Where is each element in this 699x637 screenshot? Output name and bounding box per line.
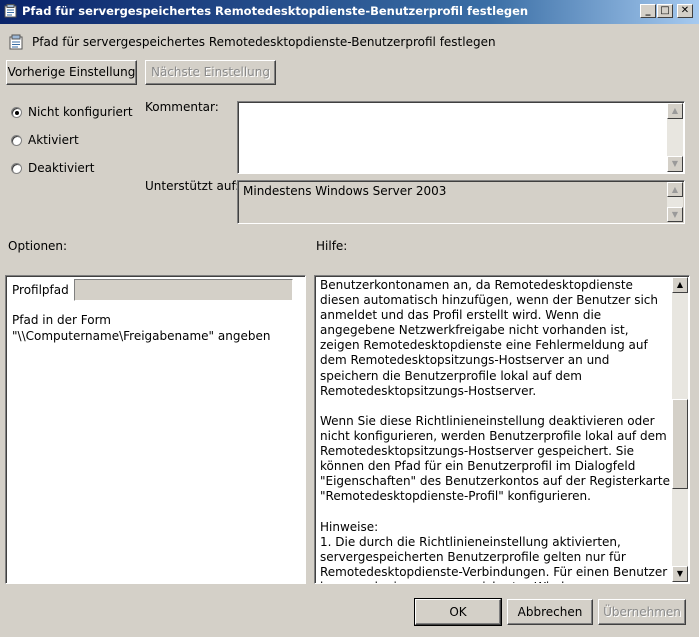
previous-setting-button[interactable]: Vorherige Einstellung	[6, 60, 137, 85]
scroll-up-icon[interactable]: ▲	[672, 277, 688, 293]
help-panel: Benutzerkontonamen an, da Remotedesktopd…	[314, 275, 690, 584]
scroll-up-icon[interactable]: ▲	[667, 103, 683, 119]
options-panel: Profilpfad Pfad in der Form "\\Computern…	[5, 275, 306, 584]
comment-field[interactable]: ▲ ▼	[237, 101, 685, 174]
scroll-down-icon[interactable]: ▼	[667, 207, 683, 222]
supported-scrollbar[interactable]: ▲ ▼	[667, 182, 683, 222]
title-bar[interactable]: Pfad für servergespeichertes Remotedeskt…	[0, 0, 699, 24]
help-scrollbar[interactable]: ▲ ▼	[672, 277, 688, 582]
maximize-button[interactable]: □	[657, 4, 673, 18]
radio-disabled-label: Deaktiviert	[28, 161, 95, 175]
options-label: Optionen:	[8, 239, 68, 253]
scroll-down-icon[interactable]: ▼	[672, 566, 688, 582]
policy-setting-icon	[8, 34, 24, 50]
apply-button[interactable]: Übernehmen	[598, 599, 686, 625]
supported-field: Mindestens Windows Server 2003 ▲ ▼	[237, 180, 685, 224]
comment-label: Kommentar:	[145, 100, 219, 114]
scroll-down-icon[interactable]: ▼	[667, 156, 683, 172]
radio-not-configured[interactable]	[11, 107, 22, 118]
scroll-up-icon[interactable]: ▲	[667, 182, 683, 197]
profile-path-label: Profilpfad	[12, 283, 69, 297]
radio-disabled[interactable]	[11, 163, 22, 174]
supported-label: Unterstützt auf:	[145, 179, 240, 193]
ok-button[interactable]: OK	[414, 598, 502, 626]
help-label: Hilfe:	[316, 239, 348, 253]
help-text: Benutzerkontonamen an, da Remotedesktopd…	[320, 278, 670, 583]
radio-enabled[interactable]	[11, 135, 22, 146]
close-button[interactable]: ✕	[677, 4, 693, 18]
setting-title: Pfad für servergespeichertes Remotedeskt…	[32, 35, 496, 49]
radio-not-configured-label: Nicht konfiguriert	[28, 105, 133, 119]
next-setting-button[interactable]: Nächste Einstellung	[145, 60, 276, 85]
supported-value: Mindestens Windows Server 2003	[243, 184, 447, 198]
minimize-button[interactable]: _	[640, 4, 656, 18]
scrollbar-thumb[interactable]	[672, 399, 688, 489]
profile-path-hint: Pfad in der Form "\\Computername\Freigab…	[12, 313, 271, 343]
profile-path-input[interactable]	[74, 279, 293, 301]
comment-scrollbar[interactable]: ▲ ▼	[667, 103, 683, 172]
window-title: Pfad für servergespeichertes Remotedeskt…	[22, 4, 529, 18]
cancel-button[interactable]: Abbrechen	[507, 599, 593, 625]
radio-enabled-label: Aktiviert	[28, 133, 79, 147]
policy-window-icon	[4, 4, 18, 18]
